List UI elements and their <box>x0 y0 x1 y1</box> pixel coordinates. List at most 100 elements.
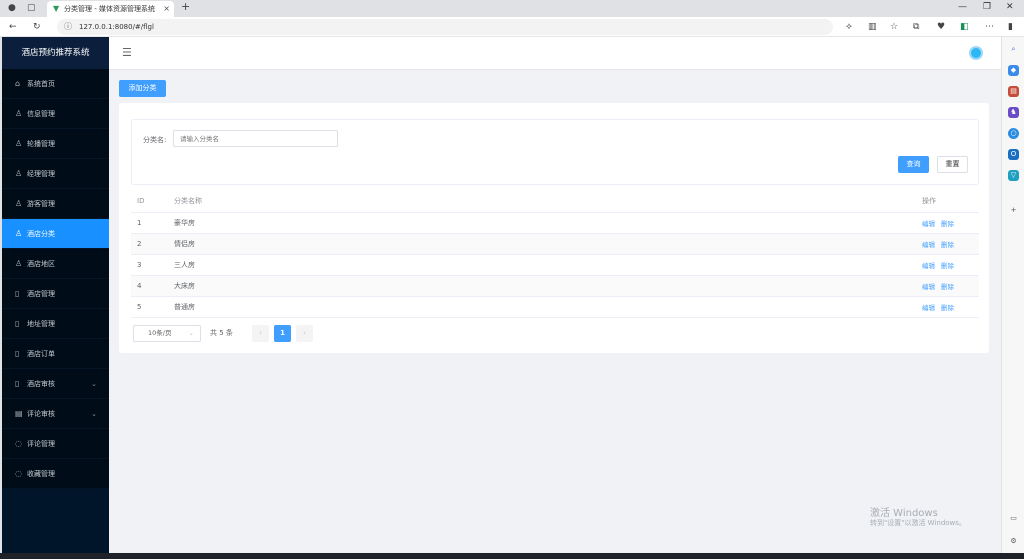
tab-title: 分类管理 - 媒体资源管理系统 <box>64 5 155 13</box>
edit-link[interactable]: 编辑 <box>922 304 935 312</box>
vue-favicon-icon: ▼ <box>53 4 60 13</box>
tag-icon[interactable]: ◆ <box>1008 65 1019 76</box>
restore-icon[interactable]: ❐ <box>983 2 991 12</box>
taskbar <box>0 553 1024 559</box>
copilot-icon[interactable]: ◧ <box>960 22 969 32</box>
chevron-down-icon: ⌄ <box>188 329 194 337</box>
cell-id: 1 <box>131 212 168 234</box>
table-row: 5 普通房 编辑 删除 <box>131 296 979 318</box>
sidebar-item-info[interactable]: ♙ 信息管理 <box>2 99 109 129</box>
user-icon: ♙ <box>15 229 23 238</box>
sidebar-item-hotel-region[interactable]: ♙ 酒店地区 <box>2 249 109 279</box>
extensions-icon[interactable]: ⟡ <box>846 22 852 32</box>
edit-link[interactable]: 编辑 <box>922 241 935 249</box>
new-tab-icon[interactable]: + <box>181 1 190 12</box>
sidebar-item-label: 信息管理 <box>27 110 55 118</box>
edge-sidebar: ⌕ ◆ ▤ ♞ ○ O ▽ + ▭ ⚙ <box>1001 37 1024 553</box>
cell-id: 2 <box>131 233 168 255</box>
edit-link[interactable]: 编辑 <box>922 262 935 270</box>
games-icon[interactable]: ♞ <box>1008 107 1019 118</box>
sidebar-item-home[interactable]: ⌂ 系统首页 <box>2 69 109 99</box>
delete-link[interactable]: 删除 <box>941 304 954 312</box>
query-button[interactable]: 查询 <box>898 156 929 173</box>
office-icon[interactable]: ○ <box>1008 128 1019 139</box>
close-window-icon[interactable]: ✕ <box>1006 2 1014 12</box>
menu-toggle-icon[interactable]: ☰ <box>122 46 132 59</box>
hide-sidebar-icon[interactable]: ▭ <box>1008 513 1019 524</box>
user-icon: ♙ <box>15 259 23 268</box>
delete-link[interactable]: 删除 <box>941 283 954 291</box>
chat-icon: ◌ <box>15 469 22 478</box>
table-row: 4 大床房 编辑 删除 <box>131 275 979 297</box>
user-icon: ♙ <box>15 169 23 178</box>
sidebar-item-visitor[interactable]: ♙ 游客管理 <box>2 189 109 219</box>
drop-icon[interactable]: ▽ <box>1008 170 1019 181</box>
settings-icon[interactable]: ⚙ <box>1008 536 1019 547</box>
edit-link[interactable]: 编辑 <box>922 283 935 291</box>
back-icon[interactable]: ← <box>9 22 17 32</box>
avatar[interactable] <box>969 46 983 60</box>
sidebar-item-hotel[interactable]: ▯ 酒店管理 <box>2 279 109 309</box>
sidebar-item-carousel[interactable]: ♙ 轮播管理 <box>2 129 109 159</box>
sidebar-item-label: 酒店订单 <box>27 350 55 358</box>
refresh-icon[interactable]: ↻ <box>33 22 41 32</box>
page-size-select[interactable]: 10条/页 ⌄ <box>133 325 201 342</box>
sidebar-item-hotel-category[interactable]: ♙ 酒店分类 <box>2 219 109 249</box>
search-icon[interactable]: ⌕ <box>1008 44 1019 55</box>
category-table: ID 分类名称 操作 1 豪华房 编辑 删除 2 情侣房 编辑 删除 3 三人房… <box>131 191 979 318</box>
sidebar-item-label: 系统首页 <box>27 80 55 88</box>
collections-icon[interactable]: ⧉ <box>913 22 919 32</box>
edit-link[interactable]: 编辑 <box>922 220 935 228</box>
delete-link[interactable]: 删除 <box>941 262 954 270</box>
prev-page-button[interactable]: ‹ <box>252 325 269 342</box>
toolbox-icon[interactable]: ▤ <box>1008 86 1019 97</box>
pagination-total: 共 5 条 <box>210 329 233 337</box>
delete-link[interactable]: 删除 <box>941 241 954 249</box>
cell-name: 豪华房 <box>168 212 916 234</box>
sidebar-item-orders[interactable]: ▯ 酒店订单 <box>2 339 109 369</box>
split-screen-icon[interactable]: ▥ <box>868 22 877 32</box>
table-row: 3 三人房 编辑 删除 <box>131 254 979 276</box>
search-input[interactable] <box>173 130 338 147</box>
tab-actions-icon[interactable]: ▢ <box>27 3 36 13</box>
page-button-current[interactable]: 1 <box>274 325 291 342</box>
app-sidebar: 酒店预约推荐系统 ⌂ 系统首页 ♙ 信息管理 ♙ 轮播管理 ♙ 经理管理 ♙ 游客管理 ♙… <box>2 37 109 553</box>
add-category-button[interactable]: 添加分类 <box>119 80 166 97</box>
cell-name: 三人房 <box>168 254 916 276</box>
document-icon: ▯ <box>15 349 20 358</box>
sidebar-toggle-icon[interactable]: ▮ <box>1008 22 1013 32</box>
minimize-icon[interactable]: — <box>958 2 967 12</box>
cell-ops: 编辑 删除 <box>916 275 979 297</box>
browser-tab[interactable]: ▼ 分类管理 - 媒体资源管理系统 × <box>47 1 174 17</box>
performance-icon[interactable]: ♥ <box>937 22 945 32</box>
sidebar-item-favorites[interactable]: ◌ 收藏管理 <box>2 459 109 489</box>
more-icon[interactable]: ⋯ <box>985 22 994 32</box>
browser-tab-bar: ● ▢ ▼ 分类管理 - 媒体资源管理系统 × + — ❐ ✕ <box>0 0 1024 17</box>
favorites-icon[interactable]: ☆ <box>890 22 898 32</box>
sidebar-item-comment-review[interactable]: ▤ 评论审核 ⌄ <box>2 399 109 429</box>
document-icon: ▯ <box>15 379 20 388</box>
delete-link[interactable]: 删除 <box>941 220 954 228</box>
url-field[interactable]: ⓘ 127.0.0.1:8080/#/flgl <box>57 19 833 35</box>
sidebar-item-label: 酒店管理 <box>27 290 55 298</box>
user-icon: ♙ <box>15 109 23 118</box>
cell-name: 普通房 <box>168 296 916 318</box>
outlook-icon[interactable]: O <box>1008 149 1019 160</box>
app-title: 酒店预约推荐系统 <box>2 37 109 69</box>
sidebar-item-comments[interactable]: ◌ 评论管理 <box>2 429 109 459</box>
sidebar-item-address[interactable]: ▯ 地址管理 <box>2 309 109 339</box>
activation-watermark-title: 激活 Windows <box>870 508 938 519</box>
sidebar-menu: ⌂ 系统首页 ♙ 信息管理 ♙ 轮播管理 ♙ 经理管理 ♙ 游客管理 ♙ 酒店分类 ♙ 酒店地… <box>2 69 109 489</box>
profile-icon[interactable]: ● <box>8 3 16 13</box>
page-size-value: 10条/页 <box>148 329 172 337</box>
search-form: 分类名: 查询 重置 <box>131 119 979 185</box>
site-info-icon[interactable]: ⓘ <box>64 19 72 35</box>
close-tab-icon[interactable]: × <box>163 1 170 17</box>
add-icon[interactable]: + <box>1008 205 1019 216</box>
sidebar-item-hotel-review[interactable]: ▯ 酒店审核 ⌄ <box>2 369 109 399</box>
table-row: 1 豪华房 编辑 删除 <box>131 212 979 234</box>
reset-button[interactable]: 重置 <box>937 156 968 173</box>
cell-id: 5 <box>131 296 168 318</box>
next-page-button[interactable]: › <box>296 325 313 342</box>
sidebar-item-manager[interactable]: ♙ 经理管理 <box>2 159 109 189</box>
